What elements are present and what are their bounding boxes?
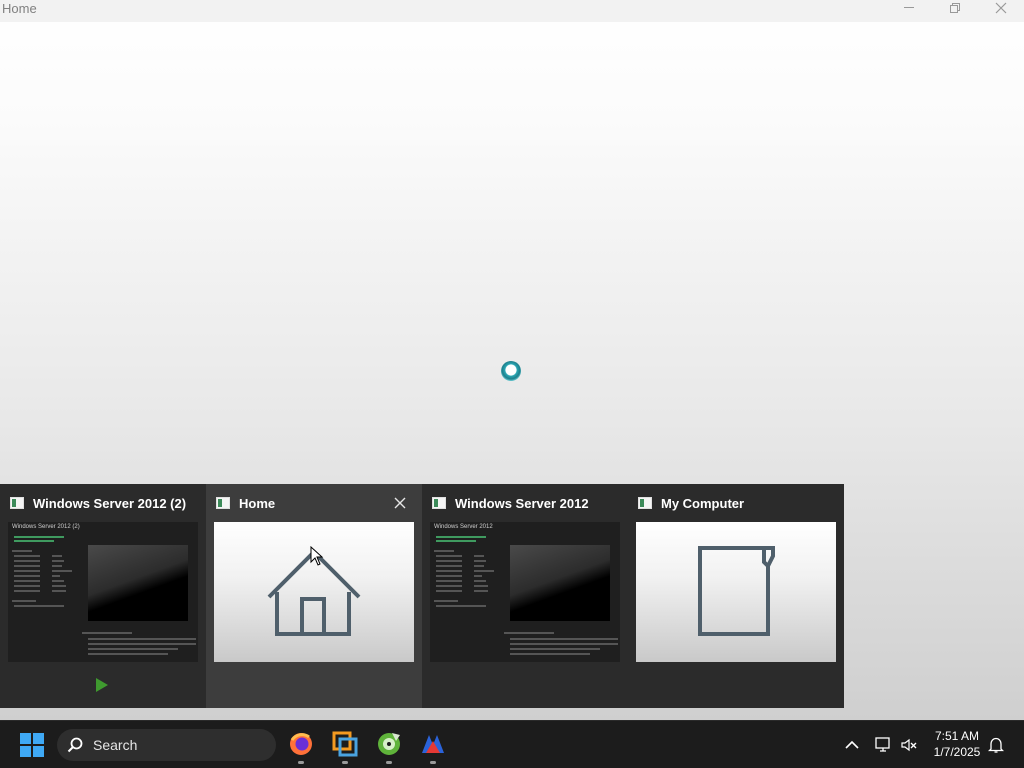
running-indicator [342,761,348,764]
vmware-icon [332,731,358,757]
clock-date: 1/7/2025 [933,745,981,759]
vm-screen-preview [510,545,610,621]
search-input[interactable] [93,737,243,753]
network-icon [875,737,890,752]
thumbnail-home[interactable]: Home [206,484,422,708]
taskbar-search-box[interactable] [57,729,276,761]
play-icon[interactable] [96,678,108,692]
my-computer-preview [636,522,836,662]
close-icon [394,497,406,509]
maximize-button[interactable] [932,0,978,16]
running-indicator [298,761,304,764]
thumbnail-header: Windows Server 2012 [432,494,589,512]
thumbnail-title: Windows Server 2012 [455,495,589,511]
taskbar-app-cd-burner[interactable] [374,729,404,764]
running-indicator [430,761,436,764]
close-icon [995,2,1007,14]
minimize-icon [904,7,914,8]
restore-icon [950,3,960,13]
home-preview [214,522,414,662]
mouse-cursor-icon [310,546,324,566]
thumbnail-windows-server-2012-2[interactable]: Windows Server 2012 (2) Windows Server 2… [0,484,206,708]
vm-details-preview: Windows Server 2012 (2) [8,522,198,662]
vm-details-preview: Windows Server 2012 [430,522,620,662]
vmware-window-icon [432,497,446,509]
thumbnail-header: My Computer [638,494,744,512]
search-icon [67,737,83,753]
vmware-window-icon [638,497,652,509]
network-status-button[interactable] [873,735,893,755]
thumbnail-close-button[interactable] [393,496,407,510]
vmware-window-icon [10,497,24,509]
start-button[interactable] [20,733,44,757]
taskbar-thumbnail-previews: Windows Server 2012 (2) Windows Server 2… [0,484,844,708]
volume-muted-icon [901,738,917,752]
preview-mini-title: Windows Server 2012 (2) [12,524,80,530]
thumbnail-title: Home [239,495,276,511]
close-button[interactable] [978,0,1024,16]
show-hidden-icons-button[interactable] [842,735,862,755]
notification-bell-icon [988,737,1004,753]
computer-icon [698,546,775,636]
taskbar: 7:51 AM 1/7/2025 [0,720,1024,768]
thumbnail-my-computer[interactable]: My Computer [628,484,844,708]
rad-studio-icon [422,735,444,753]
windows-logo-icon [20,733,44,757]
title-bar[interactable]: Home [0,0,1024,22]
thumbnail-header: Windows Server 2012 (2) [10,494,186,512]
preview-mini-title: Windows Server 2012 [434,524,493,530]
volume-button[interactable] [899,735,919,755]
thumbnail-title: Windows Server 2012 (2) [33,495,187,511]
cd-burner-icon [378,733,400,755]
taskbar-app-rad-studio[interactable] [418,729,448,764]
vmware-window-icon [216,497,230,509]
window-title: Home [2,1,37,16]
running-indicator [386,761,392,764]
taskbar-clock[interactable]: 7:51 AM 1/7/2025 [928,728,986,760]
home-icon [267,549,361,636]
taskbar-app-vmware[interactable] [330,729,360,764]
vm-screen-preview [88,545,188,621]
thumbnail-title: My Computer [661,495,745,511]
firefox-icon [290,733,312,755]
thumbnail-header: Home [216,494,275,512]
taskbar-app-firefox[interactable] [286,729,316,764]
loading-spinner-icon [501,361,521,381]
minimize-button[interactable] [886,0,932,16]
thumbnail-windows-server-2012[interactable]: Windows Server 2012 Windows Server 2012 [422,484,628,708]
clock-time: 7:51 AM [934,729,980,743]
chevron-up-icon [845,740,859,749]
notifications-button[interactable] [986,735,1006,755]
